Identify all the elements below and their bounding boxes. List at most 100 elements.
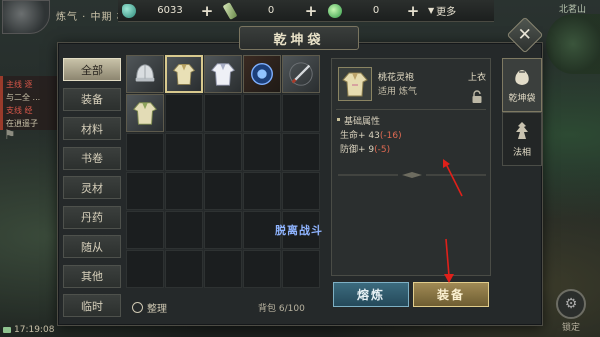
inventory-grid [126,55,320,291]
minimap[interactable] [546,14,600,74]
white-robe-icon [209,60,237,88]
inventory-slot-empty[interactable] [282,250,320,288]
bag-icon [515,70,529,85]
inventory-slot-blue-talisman[interactable] [243,55,281,93]
more-currency-button[interactable]: ▼ 更多 [428,3,456,18]
inventory-slot-green-robe[interactable] [126,94,164,132]
inventory-slot-empty[interactable] [165,250,203,288]
green-robe-icon [131,99,159,127]
inventory-slot-empty[interactable] [204,133,242,171]
inventory-slot-empty[interactable] [243,172,281,210]
add-scroll-button[interactable]: + [304,3,318,18]
sort-button[interactable]: 整理 [132,300,167,315]
inventory-slot-empty[interactable] [126,250,164,288]
category-tab[interactable]: 灵材 [63,176,121,199]
inventory-slot-empty[interactable] [126,133,164,171]
unlock-icon[interactable] [470,89,484,103]
inventory-slot-empty[interactable] [243,250,281,288]
quest-title: 主线 逐 [6,80,33,89]
attribute-def-value: 防御+ 9 [340,145,375,155]
clock: 17:19:08 [14,325,55,335]
inventory-slot-empty[interactable] [204,94,242,132]
signal-icon [3,327,11,333]
add-jade-button[interactable]: + [200,3,214,18]
inventory-slot-steel-blade[interactable] [282,55,320,93]
inventory-slot-empty[interactable] [165,211,203,249]
attribute-hp-diff: (-16) [379,131,402,141]
category-tab[interactable]: 装备 [63,87,121,111]
attribute-hp: 生命+ 43(-16) [340,128,402,141]
more-label: 更多 [436,7,457,18]
inventory-slot-empty[interactable] [165,172,203,210]
tab-inventory-bag-label: 乾坤袋 [508,94,536,104]
inventory-slot-empty[interactable] [282,94,320,132]
jade-value: 6033 [157,5,183,16]
quest-tracker[interactable]: 主线 逐 与二全 ... 支线 经 在逍遥子 [0,76,62,130]
caret-down-icon: ▼ [428,6,435,15]
item-requirement: 适用 炼气 [378,87,417,97]
inventory-slot-empty[interactable] [243,94,281,132]
add-spirit-stone-button[interactable]: + [406,3,420,18]
inventory-slot-empty[interactable] [165,94,203,132]
category-tab[interactable]: 书卷 [63,146,121,170]
bag-capacity: 背包 6/100 [258,304,305,314]
ornament-divider [338,172,486,178]
equip-button[interactable]: 装备 [413,282,489,307]
robe-icon [338,67,372,101]
category-tab[interactable]: 全部 [63,58,121,81]
currency-bar: 6033 + 0 + 0 + ▼ 更多 [118,0,494,22]
attribute-hp-value: 生命+ 43 [340,131,380,141]
inventory-slot-empty[interactable] [282,172,320,210]
flag-icon[interactable]: ⚑ [4,128,16,143]
peach-robe-icon [171,61,197,87]
quest-subtitle: 与二全 ... [6,93,41,102]
attributes-title: 基础属性 [336,114,380,127]
inventory-slot-empty[interactable] [204,172,242,210]
inventory-slot-empty[interactable] [126,172,164,210]
attribute-def-diff: (-5) [374,145,391,155]
player-avatar[interactable] [2,0,50,34]
currency-scroll: 0 + [222,0,318,22]
item-name: 桃花灵袍 [378,73,415,83]
quest-title-2: 支线 经 [6,106,33,115]
panel-title: 乾坤袋 [273,32,325,48]
inventory-slot-white-robe[interactable] [204,55,242,93]
inventory-slot-peach-robe[interactable] [165,55,203,93]
tab-dharma-form-label: 法相 [512,148,531,158]
silver-helmet-icon [131,60,159,88]
melt-button[interactable]: 熔炼 [333,282,409,307]
category-tab[interactable]: 材料 [63,117,121,140]
category-tabs: 全部装备材料书卷灵材丹药随从其他临时 [63,58,121,324]
close-icon: ✕ [517,24,533,45]
category-tab[interactable]: 临时 [63,294,121,317]
currency-spirit-stone: 0 + [324,0,420,22]
sort-label: 整理 [147,304,167,315]
map-name: 北茗山 [558,5,586,15]
sort-icon [132,302,143,313]
blue-talisman-icon [248,60,276,88]
detail-divider [336,109,486,110]
lock-view-label: 锁定 [561,323,580,333]
inventory-slot-empty[interactable] [204,250,242,288]
tab-inventory-bag[interactable]: 乾坤袋 [502,58,542,112]
spirit-stone-icon [328,3,342,18]
category-tab[interactable]: 其他 [63,264,121,288]
category-tab[interactable]: 随从 [63,235,121,258]
category-tab[interactable]: 丹药 [63,205,121,229]
lock-view-button[interactable]: ⚙ [556,289,586,319]
steel-blade-icon [287,60,315,88]
inventory-slot-empty[interactable] [204,211,242,249]
spirit-stone-value: 0 [372,5,380,16]
realm-label: 炼气 · 中期 相 [56,12,128,23]
combat-status-text: 脱离战斗 [275,224,323,237]
attribute-def: 防御+ 9(-5) [340,142,390,155]
inventory-slot-silver-helmet[interactable] [126,55,164,93]
panel-title-plate: 乾坤袋 [239,26,359,50]
currency-jade: 6033 + [118,0,216,22]
item-detail-panel: 桃花灵袍 适用 炼气 上衣 基础属性 生命+ 43(-16) 防御+ 9(-5) [331,58,491,276]
inventory-slot-empty[interactable] [282,133,320,171]
tab-dharma-form[interactable]: 法相 [502,112,542,166]
inventory-slot-empty[interactable] [126,211,164,249]
inventory-slot-empty[interactable] [165,133,203,171]
inventory-slot-empty[interactable] [243,133,281,171]
